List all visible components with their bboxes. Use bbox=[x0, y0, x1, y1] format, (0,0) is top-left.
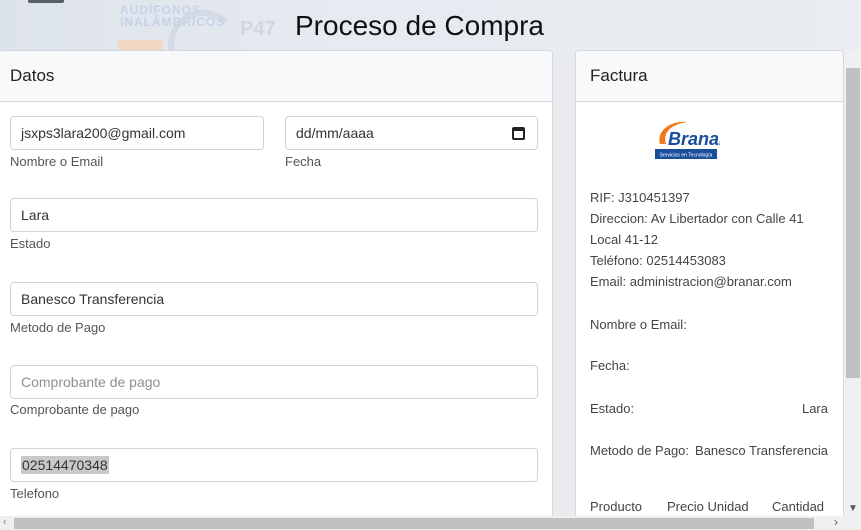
vertical-scrollbar-thumb[interactable] bbox=[846, 68, 860, 378]
factura-table-header-precio: Precio Unidad bbox=[667, 499, 749, 514]
background-dash bbox=[28, 0, 64, 3]
factura-table-header-producto: Producto bbox=[590, 499, 643, 514]
factura-fecha-label: Fecha: bbox=[590, 358, 630, 373]
horizontal-scrollbar-thumb[interactable] bbox=[14, 518, 814, 529]
estado-label: Estado bbox=[10, 236, 51, 251]
metodo-pago-label: Metodo de Pago bbox=[10, 320, 106, 335]
factura-table-header-cantidad: Cantidad bbox=[772, 499, 825, 514]
background-accent bbox=[118, 40, 163, 50]
nombre-email-label: Nombre o Email bbox=[10, 154, 104, 169]
factura-metodo-label: Metodo de Pago: bbox=[590, 443, 690, 458]
comprobante-label: Comprobante de pago bbox=[10, 402, 140, 417]
background-banner-text: AUDÍFONOS INALÁMBRICOS bbox=[120, 3, 226, 29]
factura-nombre-label: Nombre o Email: bbox=[590, 317, 687, 332]
scroll-left-arrow-icon[interactable]: ‹ bbox=[3, 516, 7, 528]
metodo-pago-field[interactable]: Banesco Transferencia bbox=[10, 282, 538, 316]
factura-metodo-value: Banesco Transferencia bbox=[695, 443, 828, 458]
factura-direccion-2: Local 41-12 bbox=[590, 232, 658, 247]
factura-direccion-1: Direccion: Av Libertador con Calle 41 bbox=[590, 211, 804, 226]
telefono-label: Telefono bbox=[10, 486, 60, 501]
comprobante-field[interactable]: Comprobante de pago bbox=[10, 365, 538, 399]
logo-brand-text: Branar bbox=[668, 129, 720, 149]
branar-logo: Branar Servicios en Tecnología bbox=[655, 121, 720, 159]
calendar-icon[interactable] bbox=[512, 127, 525, 140]
datos-header: Datos bbox=[0, 51, 552, 102]
background-banner-code: P47 bbox=[240, 18, 276, 40]
telefono-field[interactable]: 02514470348 bbox=[10, 448, 538, 482]
logo-tagline: Servicios en Tecnología bbox=[660, 153, 713, 159]
page-title: Proceso de Compra bbox=[295, 10, 545, 41]
fecha-field[interactable]: dd/mm/aaaa bbox=[285, 116, 538, 150]
factura-estado-label: Estado: bbox=[590, 401, 635, 416]
estado-field[interactable]: Lara bbox=[10, 198, 538, 232]
telefono-value: 02514470348 bbox=[21, 456, 109, 474]
fecha-label: Fecha bbox=[285, 154, 322, 169]
scroll-down-arrow-icon[interactable]: ▼ bbox=[848, 503, 858, 514]
fecha-value: dd/mm/aaaa bbox=[296, 125, 374, 141]
scroll-right-arrow-icon[interactable]: › bbox=[834, 515, 838, 529]
factura-email: Email: administracion@branar.com bbox=[590, 274, 792, 289]
nombre-email-field[interactable]: jsxps3lara200@gmail.com bbox=[10, 116, 264, 150]
factura-header: Factura bbox=[576, 51, 843, 102]
factura-rif: RIF: J310451397 bbox=[590, 190, 690, 205]
factura-telefono: Teléfono: 02514453083 bbox=[590, 253, 726, 268]
factura-estado-value: Lara bbox=[801, 401, 828, 416]
